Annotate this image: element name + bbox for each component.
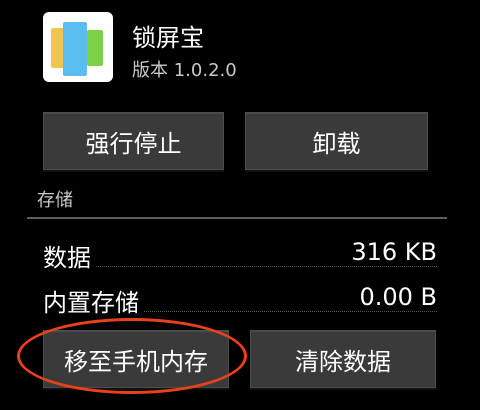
- uninstall-button[interactable]: 卸载: [245, 112, 428, 170]
- row-leader: [43, 266, 437, 267]
- app-version: 版本 1.0.2.0: [132, 60, 237, 81]
- move-to-phone-storage-button[interactable]: 移至手机内存: [43, 330, 229, 388]
- section-divider: [27, 217, 447, 219]
- app-header: 锁屏宝 版本 1.0.2.0: [43, 10, 463, 86]
- icon-green-bar: [87, 30, 103, 66]
- storage-section-title: 存储: [37, 190, 73, 211]
- storage-row-data: 数据 316 KB: [43, 238, 437, 273]
- force-stop-button[interactable]: 强行停止: [43, 112, 224, 170]
- storage-row-value: 316 KB: [347, 238, 437, 266]
- storage-row-internal: 内置存储 0.00 B: [43, 283, 437, 318]
- app-name: 锁屏宝: [132, 24, 204, 52]
- storage-row-value: 0.00 B: [355, 283, 437, 311]
- storage-row-label: 数据: [43, 238, 95, 273]
- icon-blue-bar: [63, 22, 87, 76]
- storage-row-label: 内置存储: [43, 283, 143, 318]
- lockscreen-app-icon: [43, 12, 113, 82]
- clear-data-button[interactable]: 清除数据: [250, 330, 436, 388]
